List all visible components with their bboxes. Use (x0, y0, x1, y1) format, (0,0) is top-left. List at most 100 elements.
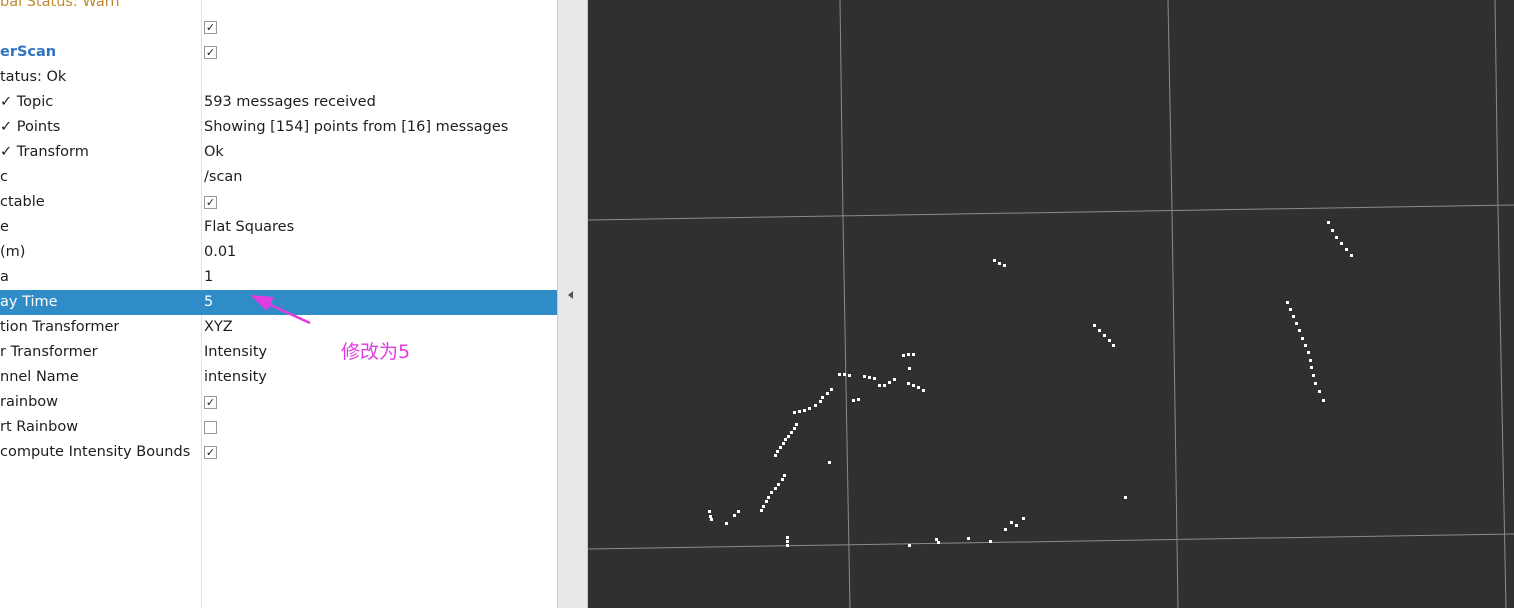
scan-point (819, 400, 822, 403)
scan-point (1292, 315, 1295, 318)
property-row[interactable]: erScan (0, 40, 557, 65)
property-name: e (0, 219, 9, 235)
scan-point (774, 487, 777, 490)
scan-point (1314, 382, 1317, 385)
property-row[interactable]: tatus: Ok (0, 65, 557, 90)
property-name: a (0, 269, 9, 285)
scan-point (908, 544, 911, 547)
scan-point (798, 410, 801, 413)
scan-point (821, 396, 824, 399)
panel-splitter[interactable] (557, 0, 588, 608)
scan-point (1108, 339, 1111, 342)
scan-point (907, 353, 910, 356)
property-name: r Transformer (0, 344, 98, 360)
scan-point (776, 450, 779, 453)
property-value[interactable]: Ok (204, 140, 224, 165)
property-value[interactable]: intensity (204, 365, 267, 390)
property-value[interactable]: XYZ (204, 315, 233, 340)
property-row[interactable]: compute Intensity Bounds (0, 440, 557, 465)
grid-line (1167, 0, 1173, 211)
scan-point (808, 407, 811, 410)
property-row[interactable]: bal Status: Warn (0, 0, 557, 15)
scan-point (912, 353, 915, 356)
property-name: rt Rainbow (0, 419, 79, 435)
scan-point (1309, 359, 1312, 362)
property-value[interactable]: Intensity (204, 340, 267, 365)
scan-point (908, 367, 911, 370)
scan-point (770, 491, 773, 494)
grid-line (588, 204, 1514, 221)
property-value[interactable]: 0.01 (204, 240, 236, 265)
property-row[interactable]: r Transformer Intensity (0, 340, 557, 365)
property-row[interactable]: ✓ Topic 593 messages received (0, 90, 557, 115)
property-row[interactable]: ctable (0, 190, 557, 215)
scan-point (1322, 399, 1325, 402)
property-value[interactable]: 5 (204, 290, 213, 315)
property-value[interactable]: 1 (204, 265, 213, 290)
property-name: ✓ Points (0, 119, 61, 135)
property-checkbox[interactable] (204, 421, 217, 434)
property-checkbox[interactable] (204, 196, 217, 209)
scan-point (989, 540, 992, 543)
scan-point (1327, 221, 1330, 224)
property-checkbox[interactable] (204, 21, 217, 34)
scan-point (843, 373, 846, 376)
property-row[interactable] (0, 15, 557, 40)
property-row[interactable]: rainbow (0, 390, 557, 415)
scan-point (1304, 344, 1307, 347)
property-checkbox[interactable] (204, 46, 217, 59)
grid-line (1171, 209, 1179, 608)
scan-point (1312, 374, 1315, 377)
property-row[interactable]: e Flat Squares (0, 215, 557, 240)
scan-point (1103, 334, 1106, 337)
scan-point (1350, 254, 1353, 257)
scan-point (917, 386, 920, 389)
property-value[interactable]: 593 messages received (204, 90, 376, 115)
property-row[interactable]: nnel Name intensity (0, 365, 557, 390)
scan-point (814, 404, 817, 407)
pointer-arrow-icon (250, 295, 311, 325)
property-value[interactable]: Showing [154] points from [16] messages (204, 115, 508, 140)
scan-point (912, 384, 915, 387)
property-checkbox[interactable] (204, 446, 217, 459)
scan-point (1310, 366, 1313, 369)
scan-point (935, 538, 938, 541)
scan-point (790, 431, 793, 434)
scan-point (1124, 496, 1127, 499)
scan-point (786, 540, 789, 543)
property-value[interactable]: Flat Squares (204, 215, 294, 240)
property-row[interactable]: ✓ Points Showing [154] points from [16] m… (0, 115, 557, 140)
scan-point (1004, 528, 1007, 531)
scan-point (873, 377, 876, 380)
scan-point (838, 373, 841, 376)
property-name: rainbow (0, 394, 58, 410)
scan-point (1112, 344, 1115, 347)
scan-point (922, 389, 925, 392)
scan-point (784, 438, 787, 441)
grid-line (1494, 0, 1499, 209)
property-name: ✓ Transform (0, 144, 89, 160)
property-row[interactable]: c/scan (0, 165, 557, 190)
collapse-left-arrow-icon[interactable] (568, 291, 573, 299)
grid-line (588, 533, 1514, 550)
property-checkbox[interactable] (204, 396, 217, 409)
property-row[interactable]: rt Rainbow (0, 415, 557, 440)
scan-point (1022, 517, 1025, 520)
render-viewport[interactable] (588, 0, 1514, 608)
property-row[interactable]: (m) 0.01 (0, 240, 557, 265)
scan-point (786, 544, 789, 547)
scan-point (863, 375, 866, 378)
property-value[interactable]: /scan (204, 165, 243, 190)
scan-point (1289, 308, 1292, 311)
property-name: nnel Name (0, 369, 79, 385)
scan-point (710, 518, 713, 521)
scan-point (868, 376, 871, 379)
scan-point (1015, 524, 1018, 527)
scan-point (828, 461, 831, 464)
scan-point (1010, 521, 1013, 524)
property-row[interactable]: ✓ Transform Ok (0, 140, 557, 165)
scan-point (967, 537, 970, 540)
grid-line (842, 217, 851, 608)
scan-point (993, 259, 996, 262)
scan-point (857, 398, 860, 401)
